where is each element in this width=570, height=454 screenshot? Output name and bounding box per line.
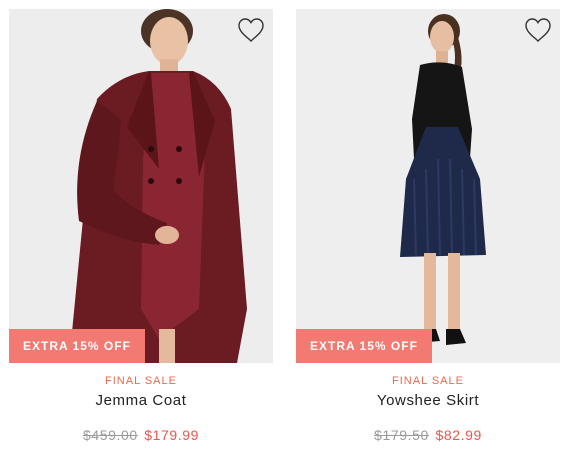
wishlist-heart-icon[interactable] (237, 17, 265, 43)
product-card: EXTRA 15% OFF FINAL SALE Jemma Coat $459… (9, 9, 273, 449)
product-grid: EXTRA 15% OFF FINAL SALE Jemma Coat $459… (0, 0, 570, 454)
promo-badge: EXTRA 15% OFF (9, 329, 145, 363)
product-info: FINAL SALE Jemma Coat $459.00 $179.99 (9, 369, 273, 445)
original-price: $179.50 (374, 427, 429, 443)
price-row: $179.50 $82.99 (296, 425, 560, 445)
original-price: $459.00 (82, 427, 138, 443)
final-sale-label: FINAL SALE (105, 375, 177, 387)
sale-price: $179.99 (144, 427, 200, 443)
product-image-yowshee-skirt[interactable]: EXTRA 15% OFF (296, 9, 560, 363)
sale-price: $82.99 (435, 427, 482, 443)
product-image-jemma-coat[interactable]: EXTRA 15% OFF (9, 9, 273, 363)
price-row: $459.00 $179.99 (9, 425, 273, 445)
product-name[interactable]: Yowshee Skirt (296, 391, 560, 411)
wishlist-heart-icon[interactable] (524, 17, 552, 43)
model-in-navy-skirt-illustration (296, 9, 560, 363)
final-sale-label: FINAL SALE (392, 375, 464, 387)
promo-badge: EXTRA 15% OFF (296, 329, 432, 363)
model-in-red-coat-illustration (9, 9, 273, 363)
product-name[interactable]: Jemma Coat (9, 391, 273, 411)
product-info: FINAL SALE Yowshee Skirt $179.50 $82.99 (296, 369, 560, 445)
product-card: EXTRA 15% OFF FINAL SALE Yowshee Skirt $… (296, 9, 560, 449)
